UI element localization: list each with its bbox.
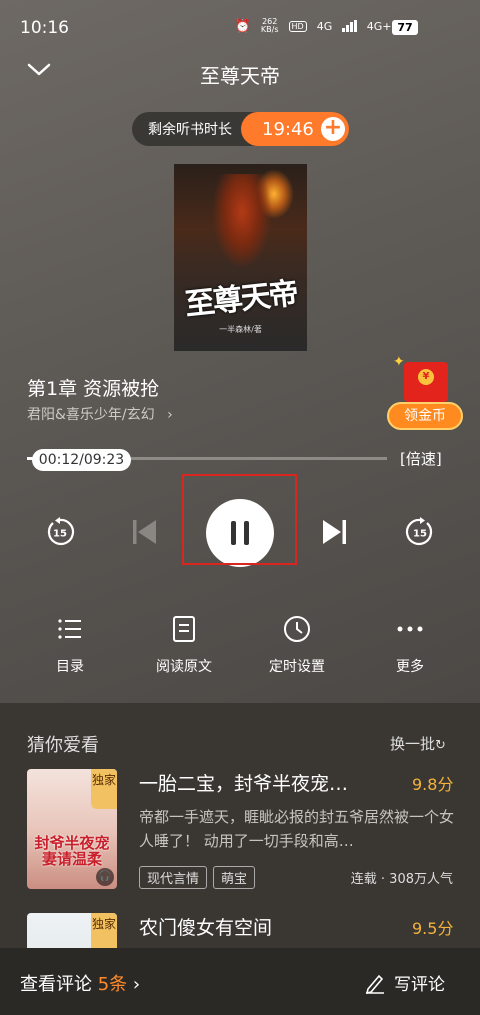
forward-seconds: 15 — [413, 529, 427, 540]
alarm-icon: ⏰ — [234, 18, 251, 34]
recommendations-section: 猜你爱看 换一批↻ 独家 封爷半夜宠妻请温柔 🎧 一胎二宝，封爷半夜宠… 9.8… — [0, 703, 480, 953]
add-time-icon[interactable]: + — [321, 117, 345, 141]
chevron-right-icon: › — [167, 407, 173, 423]
timer-settings-button[interactable]: 定时设置 — [264, 614, 330, 676]
recommended-book[interactable]: 独家 农门傻女有空间 9.5分 — [0, 913, 480, 953]
net-speed-unit: KB/s — [260, 25, 279, 34]
book-score: 9.8分 — [412, 775, 454, 794]
chapter-meta-text: 君阳&喜乐少年/玄幻 — [27, 407, 155, 423]
player-panel: 10:16 ⏰ 262 KB/s HD 4G 4G+ 77 至尊天帝 剩余听书时… — [0, 0, 480, 703]
progress-handle[interactable]: 00:12/09:23 — [32, 449, 131, 471]
book-description: 帝都一手遮天，睚眦必报的封五爷居然被一个女人睡了！ 动用了一切手段和高… — [139, 808, 454, 850]
feature-label: 定时设置 — [269, 659, 325, 675]
view-comments-button[interactable]: 查看评论 5条 › — [20, 970, 140, 996]
list-icon — [58, 619, 81, 639]
battery-indicator: 77 — [392, 20, 418, 35]
recommended-book-cover: 独家 — [27, 913, 117, 953]
comments-label: 查看评论 — [20, 974, 92, 995]
highlight-box — [182, 474, 297, 565]
recommended-book-cover: 独家 封爷半夜宠妻请温柔 🎧 — [27, 769, 117, 889]
forward-15-icon[interactable]: 15 — [405, 517, 435, 547]
status-bar: 10:16 ⏰ 262 KB/s HD 4G 4G+ 77 — [0, 0, 480, 56]
book-tag: 萌宝 — [213, 866, 256, 889]
page-title: 至尊天帝 — [200, 64, 280, 88]
clock-icon — [284, 616, 310, 642]
claim-coin-button[interactable]: 领金币 — [387, 402, 463, 430]
section-title: 猜你爱看 — [27, 735, 99, 756]
rewind-seconds: 15 — [53, 529, 67, 540]
timer-value: 19:46 — [262, 118, 314, 140]
headphone-icon: 🎧 — [96, 868, 114, 886]
status-time: 10:16 — [20, 18, 69, 38]
book-tag: 现代言情 — [139, 866, 208, 889]
chevron-right-icon: › — [132, 974, 141, 995]
feature-label: 阅读原文 — [156, 659, 212, 675]
exclusive-badge: 独家 — [91, 913, 117, 953]
catalog-button[interactable]: 目录 — [45, 614, 95, 676]
pen-icon — [365, 974, 384, 994]
book-cover: 至尊天帝 一半森林/著 — [174, 164, 307, 351]
read-original-button[interactable]: 阅读原文 — [151, 614, 217, 676]
chapter-meta-link[interactable]: 君阳&喜乐少年/玄幻 › — [27, 404, 173, 424]
book-stat: 连载 · 308万人气 — [350, 872, 453, 887]
speed-button[interactable]: [倍速] — [400, 448, 442, 469]
coin-icon: ¥ — [418, 369, 434, 385]
signal-bars-icon — [342, 20, 357, 32]
book-score: 9.5分 — [412, 919, 454, 938]
recommended-book[interactable]: 独家 封爷半夜宠妻请温柔 🎧 一胎二宝，封爷半夜宠… 9.8分 帝都一手遮天，睚… — [0, 769, 480, 894]
refresh-icon: ↻ — [435, 738, 446, 753]
book-tags: 现代言情 萌宝 — [139, 866, 256, 889]
cover-figure — [212, 174, 272, 269]
bottom-bar: 查看评论 5条 › 写评论 — [0, 948, 480, 1015]
exclusive-badge: 独家 — [91, 769, 117, 809]
write-comment-label: 写评论 — [394, 975, 445, 995]
book-title: 农门傻女有空间 — [139, 917, 273, 939]
cover-title: 至尊天帝 — [183, 276, 299, 323]
more-button[interactable]: 更多 — [385, 614, 435, 676]
previous-chapter-icon[interactable] — [130, 517, 158, 547]
listen-timer-pill[interactable]: 剩余听书时长 19:46 + — [132, 112, 349, 146]
more-dots-icon — [397, 626, 423, 632]
timer-label: 剩余听书时长 — [148, 122, 232, 138]
document-icon — [173, 616, 195, 642]
rewind-15-icon[interactable]: 15 — [45, 517, 75, 547]
signal-label-1: 4G — [316, 19, 333, 33]
comments-count: 5条 — [97, 974, 128, 995]
signal-label-2: 4G+ — [366, 19, 392, 33]
feature-label: 更多 — [396, 659, 424, 675]
feature-label: 目录 — [56, 659, 84, 675]
refresh-button[interactable]: 换一批↻ — [390, 733, 446, 754]
refresh-label: 换一批 — [390, 735, 436, 753]
cover-text: 封爷半夜宠妻请温柔 — [34, 834, 110, 868]
chapter-title: 第1章 资源被抢 — [27, 378, 160, 400]
write-comment-button[interactable]: 写评论 — [364, 970, 445, 995]
cover-author: 一半森林/著 — [219, 325, 262, 334]
net-speed: 262 KB/s — [261, 18, 279, 34]
coin-reward-widget[interactable]: ✦ ¥ 领金币 — [387, 354, 463, 434]
status-icons: ⏰ 262 KB/s HD 4G 4G+ — [235, 18, 416, 34]
next-chapter-icon[interactable] — [321, 517, 349, 547]
timer-value-box: 19:46 + — [241, 112, 349, 146]
book-title: 一胎二宝，封爷半夜宠… — [139, 773, 349, 795]
hd-badge: HD — [288, 20, 307, 32]
sparkle-icon: ✦ — [393, 354, 405, 370]
